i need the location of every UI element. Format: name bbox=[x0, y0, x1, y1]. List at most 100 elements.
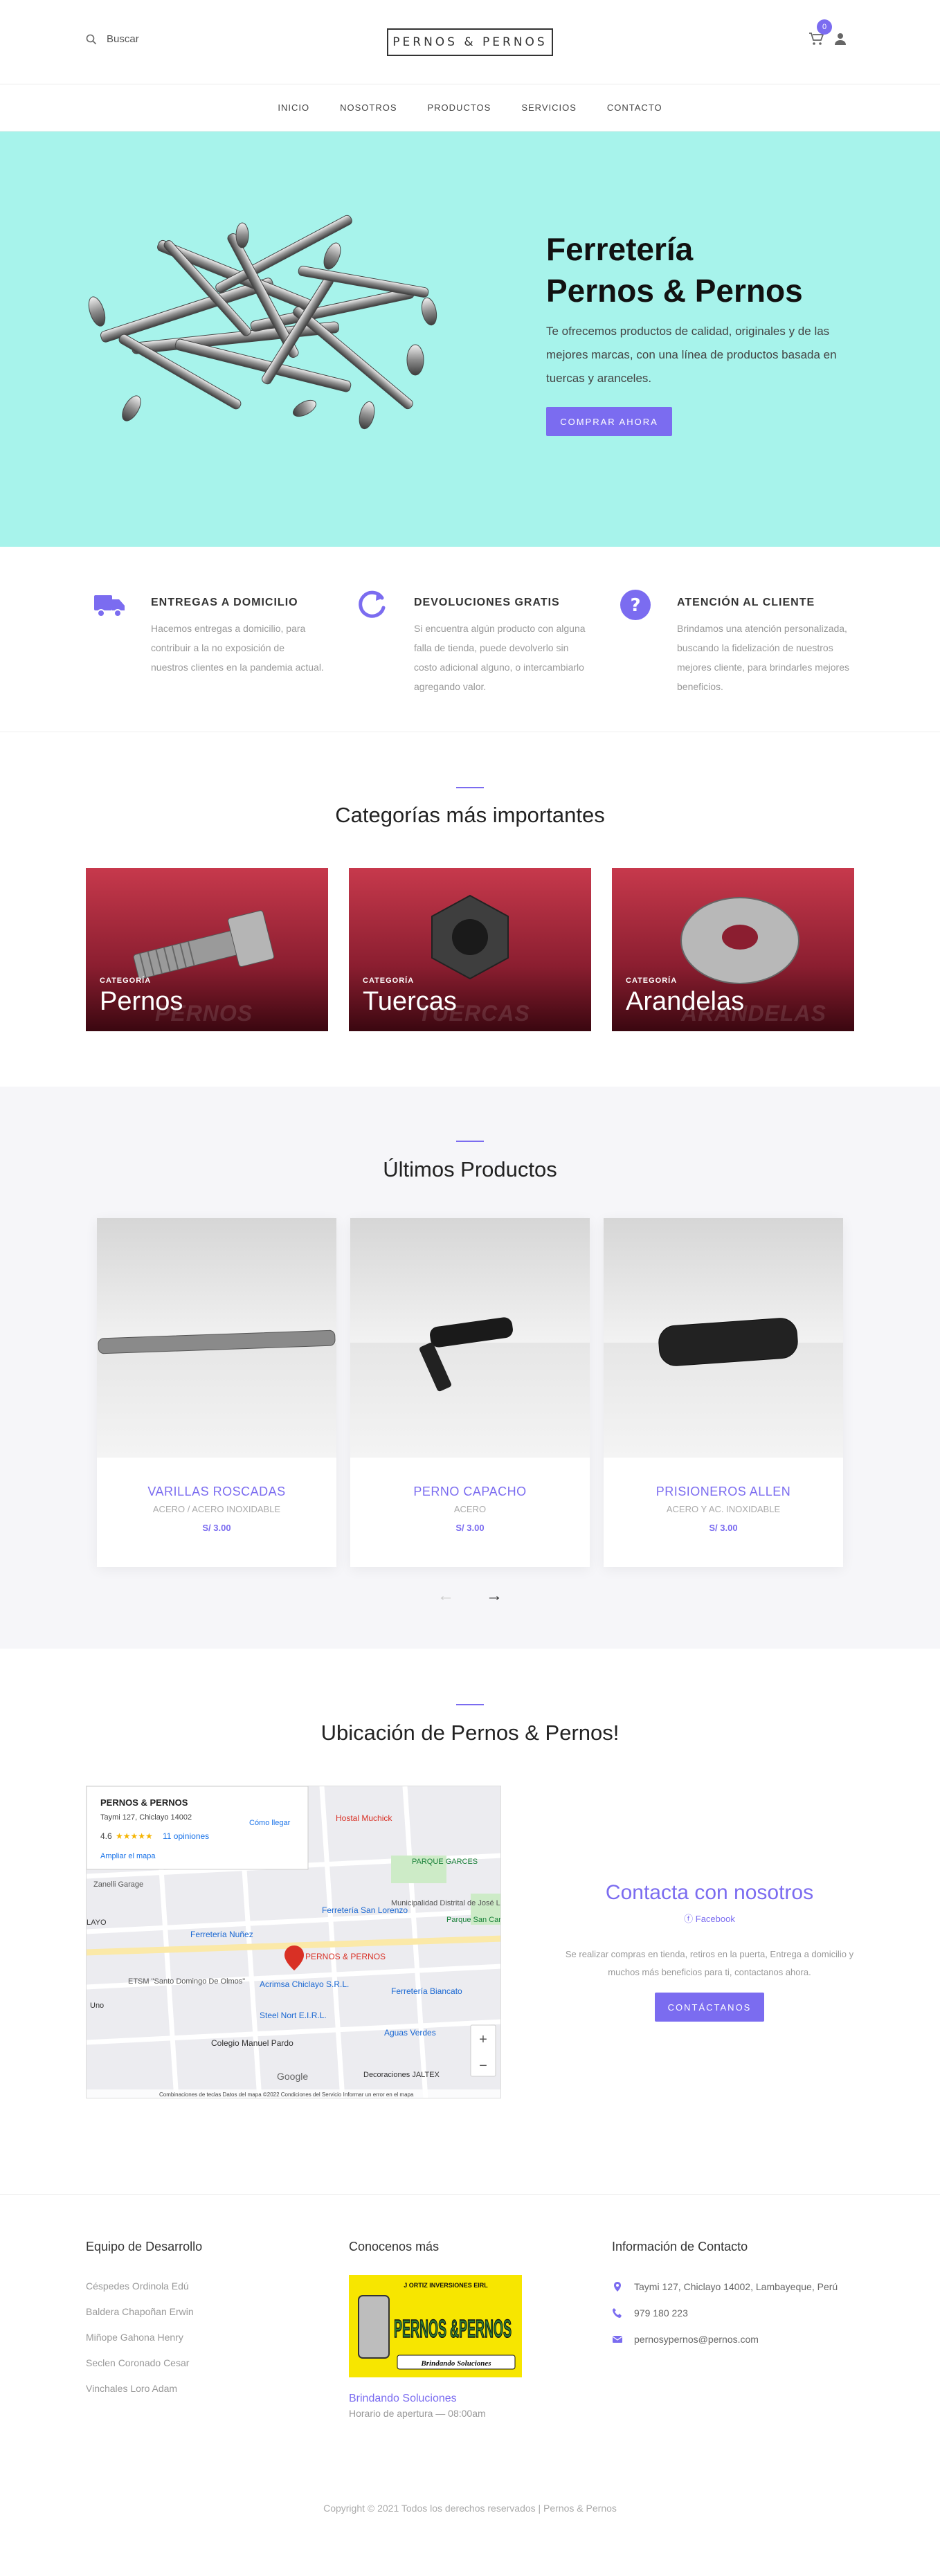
email-text[interactable]: pernosypernos@pernos.com bbox=[634, 2326, 759, 2352]
product-material: ACERO Y AC. INOXIDABLE bbox=[666, 1504, 781, 1514]
map-label: Zanelli Garage bbox=[93, 1880, 143, 1889]
footer-email: pernosypernos@pernos.com bbox=[612, 2326, 838, 2352]
google-map[interactable]: PERNOS & PERNOS Taymi 127, Chiclayo 1400… bbox=[86, 1786, 501, 2098]
map-stars: ★★★★★ bbox=[116, 1831, 153, 1841]
product-card[interactable]: PERNO CAPACHO ACERO S/ 3.00 bbox=[350, 1218, 590, 1567]
next-arrow-icon[interactable]: → bbox=[486, 1586, 503, 1606]
map-directions-link[interactable]: Cómo llegar bbox=[249, 1819, 291, 1827]
location-title: Ubicación de Pernos & Pernos! bbox=[320, 1721, 620, 1745]
feature-text: Hacemos entregas a domicilio, para contr… bbox=[151, 623, 324, 673]
footer-info-title: Información de Contacto bbox=[612, 2240, 748, 2253]
brand-tag-text: Brindando Soluciones bbox=[420, 2359, 491, 2368]
team-member: Céspedes Ordinola Edú bbox=[86, 2280, 189, 2292]
nav-nosotros[interactable]: NOSOTROS bbox=[340, 102, 397, 113]
contact-text: Se realizar compras en tienda, retiros e… bbox=[565, 1949, 854, 1977]
category-label: CATEGORÍA bbox=[363, 977, 415, 985]
zoom-out-icon[interactable]: − bbox=[479, 2058, 487, 2074]
footer-phone: 979 180 223 bbox=[612, 2300, 838, 2326]
product-card[interactable]: PRISIONEROS ALLEN ACERO Y AC. INOXIDABLE… bbox=[604, 1218, 843, 1567]
category-ghost-text: ARANDELAS bbox=[681, 1001, 826, 1026]
map-footer: Combinaciones de teclas Datos del mapa ©… bbox=[159, 2092, 414, 2098]
product-card[interactable]: VARILLAS ROSCADAS ACERO / ACERO INOXIDAB… bbox=[97, 1218, 336, 1567]
opening-hours: Horario de apertura — 08:00am bbox=[349, 2408, 486, 2419]
brand-top-text: J ORTIZ INVERSIONES EIRL bbox=[404, 2282, 488, 2289]
zoom-in-icon[interactable]: + bbox=[479, 2032, 487, 2047]
footer-know-column: Conocenos más J ORTIZ INVERSIONES EIRL P… bbox=[349, 2240, 522, 2419]
phone-text[interactable]: 979 180 223 bbox=[634, 2300, 688, 2326]
product-image bbox=[97, 1218, 336, 1458]
title-accent-bar bbox=[456, 1704, 484, 1705]
prev-arrow-icon[interactable]: ← bbox=[437, 1586, 454, 1606]
nav-productos[interactable]: PRODUCTOS bbox=[428, 102, 491, 113]
map-address: Taymi 127, Chiclayo 14002 bbox=[100, 1813, 192, 1822]
category-ghost-text: TUERCAS bbox=[418, 1001, 530, 1026]
map-larger-link[interactable]: Ampliar el mapa bbox=[100, 1852, 156, 1860]
hero-banner: Ferretería Pernos & Pernos Te ofrecemos p… bbox=[0, 131, 940, 547]
copyright: Copyright © 2021 Todos los derechos rese… bbox=[323, 2503, 617, 2514]
category-card-arandelas[interactable]: CATEGORÍA Arandelas ARANDELAS bbox=[612, 868, 854, 1031]
nav-inicio[interactable]: INICIO bbox=[278, 102, 309, 113]
location-pin-icon bbox=[614, 2282, 621, 2292]
feature-title: ATENCIÓN AL CLIENTE bbox=[677, 597, 815, 608]
category-label: CATEGORÍA bbox=[100, 977, 152, 985]
category-card-tuercas[interactable]: CATEGORÍA Tuercas TUERCAS bbox=[349, 868, 591, 1031]
svg-text:?: ? bbox=[630, 595, 640, 616]
hero-title: Ferretería Pernos & Pernos bbox=[546, 231, 803, 309]
nav-servicios[interactable]: SERVICIOS bbox=[521, 102, 577, 113]
brand-banner-image[interactable]: J ORTIZ INVERSIONES EIRL PERNOS &PERNOS … bbox=[349, 2275, 522, 2377]
map-label: Colegio Manuel Pardo bbox=[211, 2038, 293, 2048]
map-label: Ferretería San Lorenzo bbox=[322, 1905, 408, 1915]
google-logo: Google bbox=[277, 2071, 308, 2082]
user-icon[interactable] bbox=[834, 33, 847, 45]
product-name[interactable]: PRISIONEROS ALLEN bbox=[604, 1485, 843, 1499]
feature-title: DEVOLUCIONES GRATIS bbox=[414, 597, 560, 608]
refresh-icon bbox=[359, 590, 386, 618]
know-link[interactable]: Brindando Soluciones bbox=[349, 2393, 522, 2405]
products-title: Últimos Productos bbox=[383, 1157, 557, 1181]
main-nav: INICIO NOSOTROS PRODUCTOS SERVICIOS CONT… bbox=[0, 84, 940, 131]
search-input[interactable]: Buscar bbox=[107, 33, 139, 45]
product-name[interactable]: VARILLAS ROSCADAS bbox=[97, 1485, 336, 1499]
contact-button[interactable]: CONTÁCTANOS bbox=[655, 1993, 764, 2022]
map-label: Steel Nort E.I.R.L. bbox=[260, 2011, 327, 2020]
feature-text: Si encuentra algún producto con alguna f… bbox=[414, 623, 586, 692]
map-label: Parque San Carlos bbox=[446, 1916, 501, 1924]
search-box[interactable]: Buscar bbox=[86, 33, 139, 45]
team-member: Baldera Chapoñan Erwin bbox=[86, 2306, 194, 2317]
contact-box: Contacta con nosotros ⓕ Facebook Se real… bbox=[554, 1881, 865, 2022]
product-material: ACERO bbox=[453, 1504, 487, 1514]
facebook-icon: ⓕ bbox=[684, 1914, 694, 1924]
product-name[interactable]: PERNO CAPACHO bbox=[350, 1485, 590, 1499]
map-label: Hostal Muchick bbox=[336, 1813, 392, 1823]
footer-info-column: Información de Contacto Taymi 127, Chicl… bbox=[612, 2240, 838, 2352]
team-member: Miñope Gahona Henry bbox=[86, 2332, 183, 2343]
product-image bbox=[350, 1218, 590, 1458]
map-label: Decoraciones JALTEX bbox=[363, 2071, 440, 2079]
title-accent-bar bbox=[456, 1141, 484, 1142]
map-label: ETSM "Santo Domingo De Olmos" bbox=[128, 1977, 245, 1986]
mail-icon bbox=[612, 2336, 623, 2343]
site-logo[interactable]: PERNOS & PERNOS bbox=[387, 28, 553, 56]
brand-main-text: PERNOS &PERNOS bbox=[394, 2314, 512, 2343]
features-section: ENTREGAS A DOMICILIO Hacemos entregas a … bbox=[0, 547, 940, 732]
facebook-label[interactable]: Facebook bbox=[696, 1914, 735, 1924]
facebook-link[interactable]: ⓕ Facebook bbox=[554, 1912, 865, 1925]
map-label: Acrimsa Chiclayo S.R.L. bbox=[260, 1979, 349, 1989]
category-card-pernos[interactable]: CATEGORÍA Pernos PERNOS bbox=[86, 868, 328, 1031]
footer-address: Taymi 127, Chiclayo 14002, Lambayeque, P… bbox=[612, 2274, 838, 2300]
footer-divider bbox=[0, 2194, 940, 2195]
map-label: Uno bbox=[90, 2002, 104, 2010]
question-icon: ? bbox=[620, 590, 651, 620]
map-reviews-link[interactable]: 11 opiniones bbox=[163, 1831, 209, 1841]
product-material: ACERO / ACERO INOXIDABLE bbox=[152, 1504, 281, 1514]
truck-icon bbox=[94, 595, 125, 617]
buy-now-button[interactable]: COMPRAR AHORA bbox=[546, 407, 672, 436]
footer-team-column: Equipo de Desarrollo Céspedes Ordinola E… bbox=[86, 2240, 202, 2402]
product-price: S/ 3.00 bbox=[202, 1523, 231, 1533]
hero-description: Te ofrecemos productos de calidad, origi… bbox=[546, 325, 837, 385]
nav-contacto[interactable]: CONTACTO bbox=[607, 102, 662, 113]
map-label: Ferretería Nuñez bbox=[190, 1930, 253, 1939]
map-canvas[interactable]: PERNOS & PERNOS Taymi 127, Chiclayo 1400… bbox=[87, 1786, 501, 2098]
categories-title: Categorías más importantes bbox=[335, 803, 605, 827]
team-member: Vinchales Loro Adam bbox=[86, 2383, 178, 2394]
